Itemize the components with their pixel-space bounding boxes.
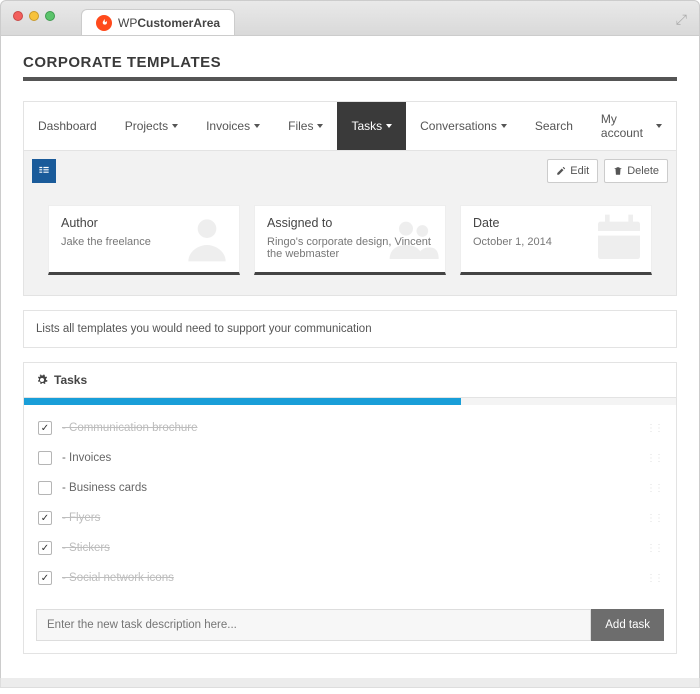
tasks-heading-label: Tasks [54,373,87,387]
nav-item-search[interactable]: Search [521,102,587,150]
task-row: - Stickers ⋮⋮ [36,533,664,563]
nav-item-invoices[interactable]: Invoices [192,102,274,150]
task-checkbox[interactable] [38,451,52,465]
caret-icon [172,124,178,128]
expand-icon[interactable]: ⤢ [676,11,687,28]
nav-menu: Dashboard Projects Invoices Files Tasks Conve… [24,102,676,151]
task-label: - Communication brochure [62,422,198,434]
add-task-input[interactable] [36,609,591,641]
nav-item-conversations[interactable]: Conversations [406,102,521,150]
task-checkbox[interactable] [38,541,52,555]
drag-handle-icon[interactable]: ⋮⋮ [646,513,662,524]
task-label: - Stickers [62,542,110,554]
tasks-progress-fill [24,398,461,405]
nav-item-projects[interactable]: Projects [111,102,192,150]
task-checkbox[interactable] [38,421,52,435]
pencil-icon [556,166,566,176]
edit-label: Edit [570,165,589,177]
edit-button[interactable]: Edit [547,159,598,183]
nav-item-tasks[interactable]: Tasks [337,102,406,150]
task-checkbox[interactable] [38,511,52,525]
nav-item-label: Invoices [206,119,250,133]
add-task-button[interactable]: Add task [591,609,664,641]
drag-handle-icon[interactable]: ⋮⋮ [646,453,662,464]
caret-icon [386,124,392,128]
maximize-dot[interactable] [45,11,55,21]
tasks-panel: Tasks - Communication brochure⋮⋮- Invoic… [23,362,677,654]
main-panel: Dashboard Projects Invoices Files Tasks Conve… [23,101,677,296]
item-icon [32,159,56,183]
tab-title-prefix: WP [118,16,137,30]
task-label: - Business cards [62,482,147,494]
meta-row: Author Jake the freelance Assigned to Ri… [24,191,676,295]
page-title: Corporate templates [23,54,677,81]
drag-handle-icon[interactable]: ⋮⋮ [646,483,662,494]
calendar-icon [591,210,647,269]
delete-button[interactable]: Delete [604,159,668,183]
tasks-heading: Tasks [24,363,676,398]
task-row: - Business cards ⋮⋮ [36,473,664,503]
task-label: - Flyers [62,512,100,524]
drag-handle-icon[interactable]: ⋮⋮ [646,423,662,434]
toolbar: Edit Delete [24,151,676,191]
nav-item-dashboard[interactable]: Dashboard [24,102,111,150]
delete-label: Delete [627,165,659,177]
flame-icon [96,15,112,31]
task-label: - Invoices [62,452,111,464]
task-row: - Flyers ⋮⋮ [36,503,664,533]
add-task-row: Add task [36,609,664,641]
nav-item-label: Tasks [351,119,382,133]
app-body: Corporate templates Dashboard Projects Inv… [0,36,700,679]
task-label: - Social network icons [62,572,174,584]
caret-icon [656,124,662,128]
nav-item-label: Search [535,119,573,133]
nav-item-label: Files [288,119,313,133]
caret-icon [501,124,507,128]
gear-icon [36,374,48,386]
minimize-dot[interactable] [29,11,39,21]
caret-icon [317,124,323,128]
tasks-list: - Communication brochure⋮⋮- Invoices⋮⋮- … [24,405,676,601]
caret-icon [254,124,260,128]
nav-item-files[interactable]: Files [274,102,337,150]
drag-handle-icon[interactable]: ⋮⋮ [646,543,662,554]
browser-tab[interactable]: WPCustomerArea [81,9,235,35]
footer-bar [0,678,700,688]
tasks-progress [24,398,676,405]
trash-icon [613,166,623,176]
nav-item-my-account[interactable]: My account [587,102,676,150]
nav-item-label: Projects [125,119,168,133]
meta-author: Author Jake the freelance [48,205,240,275]
browser-chrome: WPCustomerArea ⤢ [0,0,700,36]
task-checkbox[interactable] [38,571,52,585]
task-row: - Communication brochure ⋮⋮ [36,413,664,443]
nav-item-label: My account [601,112,652,140]
group-icon [385,210,441,269]
task-row: - Invoices ⋮⋮ [36,443,664,473]
task-row: - Social network icons ⋮⋮ [36,563,664,593]
tab-title-bold: CustomerArea [137,16,220,30]
meta-assigned: Assigned to Ringo's corporate design, Vi… [254,205,446,275]
user-icon [179,210,235,269]
drag-handle-icon[interactable]: ⋮⋮ [646,573,662,584]
description-panel: Lists all templates you would need to su… [23,310,677,348]
close-dot[interactable] [13,11,23,21]
nav-item-label: Conversations [420,119,497,133]
window-dots [13,11,55,21]
meta-date: Date October 1, 2014 [460,205,652,275]
nav-item-label: Dashboard [38,119,97,133]
task-checkbox[interactable] [38,481,52,495]
